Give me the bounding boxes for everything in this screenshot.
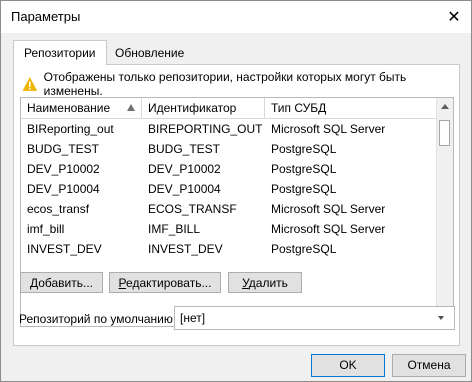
cell-dbtype: Microsoft SQL Server: [271, 202, 386, 216]
cell-name: DEV_P10002: [27, 162, 100, 176]
table-row[interactable]: DEV_P10002 DEV_P10002 PostgreSQL: [21, 159, 437, 179]
edit-button[interactable]: Редактировать...: [109, 272, 221, 293]
cell-dbtype: Microsoft SQL Server: [271, 122, 386, 136]
edit-button-mnemonic: Р: [118, 276, 127, 290]
cell-dbtype: Microsoft SQL Server: [271, 222, 386, 236]
cell-identifier: BIREPORTING_OUT: [148, 122, 263, 136]
dialog-window: Параметры ✕ Репозитории Обновление Отобр…: [0, 0, 472, 382]
cell-identifier: DEV_P10002: [148, 162, 221, 176]
table-row[interactable]: ecos_transf ECOS_TRANSF Microsoft SQL Se…: [21, 199, 437, 219]
table-row[interactable]: BIReporting_out BIREPORTING_OUT Microsof…: [21, 119, 437, 139]
table-body: BIReporting_out BIREPORTING_OUT Microsof…: [21, 119, 437, 259]
table-row[interactable]: imf_bill IMF_BILL Microsoft SQL Server: [21, 219, 437, 239]
delete-button-label: далить: [248, 276, 288, 290]
cell-name: BUDG_TEST: [27, 142, 100, 156]
cell-dbtype: PostgreSQL: [271, 162, 337, 176]
table-row[interactable]: INVEST_DEV INVEST_DEV PostgreSQL: [21, 239, 437, 259]
column-header-dbtype[interactable]: Тип СУБД: [265, 98, 437, 118]
cell-name: INVEST_DEV: [27, 242, 102, 256]
table-header: Наименование Идентификатор Тип СУБД: [21, 98, 437, 119]
chevron-down-icon[interactable]: [438, 316, 444, 320]
repositories-panel: Отображены только репозитории, настройки…: [13, 64, 460, 346]
column-header-name[interactable]: Наименование: [21, 98, 142, 118]
vertical-scrollbar[interactable]: [436, 98, 453, 324]
scroll-thumb[interactable]: [439, 120, 450, 146]
cell-dbtype: PostgreSQL: [271, 242, 337, 256]
cell-name: BIReporting_out: [27, 122, 114, 136]
default-repository-select[interactable]: [нет]: [174, 306, 455, 330]
ok-button[interactable]: OK: [311, 354, 385, 377]
cell-name: ecos_transf: [27, 202, 90, 216]
cell-name: imf_bill: [27, 222, 65, 236]
column-header-label: Тип СУБД: [271, 101, 327, 115]
default-repository-label: Репозиторий по умолчанию:: [19, 312, 177, 326]
delete-button-mnemonic: У: [242, 276, 249, 290]
close-icon[interactable]: ✕: [437, 1, 471, 33]
table-row[interactable]: BUDG_TEST BUDG_TEST PostgreSQL: [21, 139, 437, 159]
table-row[interactable]: DEV_P10004 DEV_P10004 PostgreSQL: [21, 179, 437, 199]
cell-identifier: INVEST_DEV: [148, 242, 223, 256]
default-repository-value: [нет]: [180, 311, 206, 325]
cell-dbtype: PostgreSQL: [271, 182, 337, 196]
warning-icon: [22, 77, 38, 91]
delete-button[interactable]: Удалить: [228, 272, 302, 293]
column-header-label: Наименование: [27, 101, 111, 115]
edit-button-label: едактировать...: [126, 276, 212, 290]
add-button-mnemonic: Д: [29, 276, 39, 290]
scroll-up-icon[interactable]: [441, 104, 449, 109]
window-title: Параметры: [11, 9, 81, 24]
cancel-button[interactable]: Отмена: [392, 354, 466, 377]
cell-identifier: BUDG_TEST: [148, 142, 221, 156]
add-button[interactable]: Добавить...: [20, 272, 103, 293]
cell-name: DEV_P10004: [27, 182, 100, 196]
title-bar: Параметры ✕: [1, 1, 471, 33]
tab-repositories[interactable]: Репозитории: [13, 40, 107, 65]
add-button-label: обавить...: [38, 276, 94, 290]
warning-text: Отображены только репозитории, настройки…: [43, 70, 407, 98]
cell-identifier: ECOS_TRANSF: [148, 202, 237, 216]
warning-message: Отображены только репозитории, настройки…: [22, 70, 459, 98]
cell-identifier: IMF_BILL: [148, 222, 201, 236]
column-header-label: Идентификатор: [148, 101, 237, 115]
cell-dbtype: PostgreSQL: [271, 142, 337, 156]
tab-updates[interactable]: Обновление: [105, 42, 194, 64]
sort-ascending-icon: [127, 104, 135, 111]
cell-identifier: DEV_P10004: [148, 182, 221, 196]
column-header-identifier[interactable]: Идентификатор: [142, 98, 265, 118]
